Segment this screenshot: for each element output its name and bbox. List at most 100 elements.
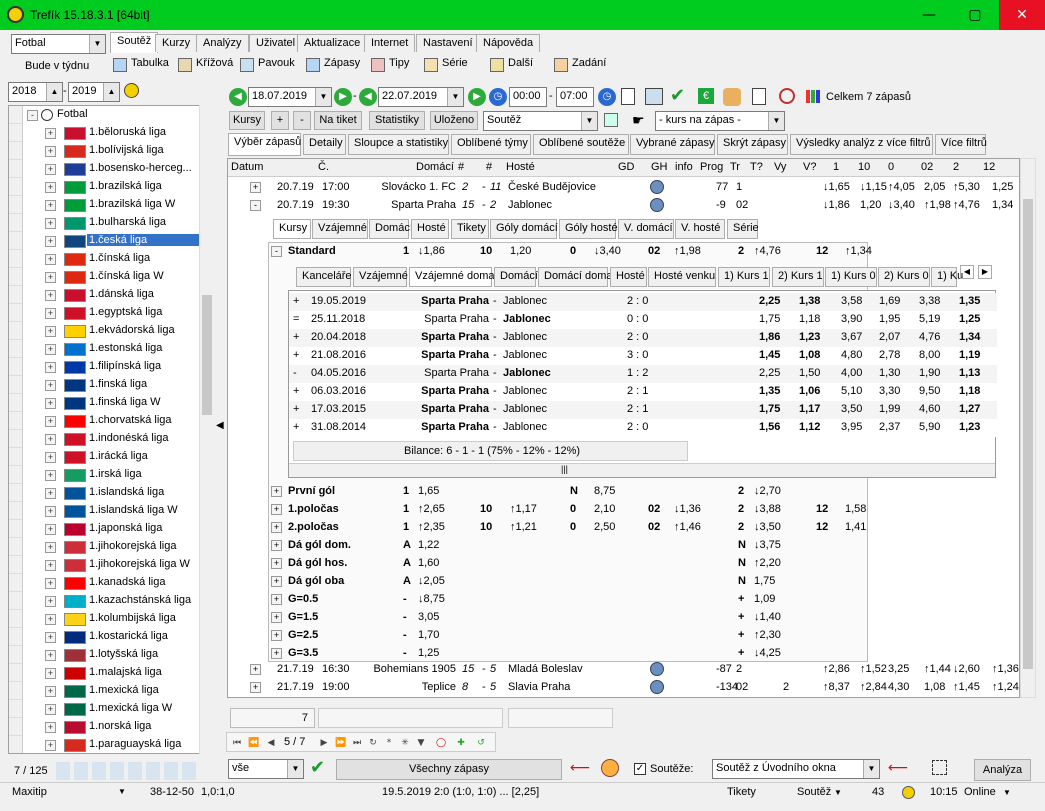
h2h-tab-5[interactable]: Hosté <box>610 267 647 287</box>
menu-tab-5[interactable]: Internet <box>364 34 416 52</box>
bet-row[interactable]: +1.poločas 1 ↑2,65 10 ↑1,17 0 2,10 02 ↓1,36 2 ↓3,8… <box>228 501 1019 519</box>
filter-button-2[interactable]: - <box>293 111 311 130</box>
h2h-row[interactable]: - 04.05.2016 1 : 2 2,25 1,50 4,00 1,30 1,90 1,13… <box>289 365 997 383</box>
globe-icon[interactable] <box>650 680 664 694</box>
league-item[interactable]: +1.norská liga <box>9 718 199 736</box>
expand-icon[interactable]: + <box>45 326 56 337</box>
detail-tab-8[interactable]: V. hosté <box>675 219 725 239</box>
sport-select[interactable]: Fotbal ▼ <box>11 34 106 54</box>
menu-tab-4[interactable]: Aktualizace <box>297 34 368 52</box>
expand-icon[interactable]: + <box>271 630 282 641</box>
expand-icon[interactable]: + <box>45 524 56 535</box>
expand-icon[interactable]: + <box>45 272 56 283</box>
refresh-icon[interactable]: ↻ <box>366 736 380 750</box>
detail-tab-2[interactable]: Domácí <box>369 219 413 239</box>
clock-to-icon[interactable]: ◷ <box>598 88 616 106</box>
expand-icon[interactable]: + <box>271 540 282 551</box>
expand-icon[interactable]: + <box>45 434 56 445</box>
league-item[interactable]: +1.běloruská liga <box>9 124 199 142</box>
next-page-icon[interactable]: ▶ <box>317 736 331 750</box>
league-item[interactable]: +1.paraguayská liga <box>9 736 199 753</box>
expand-icon[interactable]: + <box>45 560 56 571</box>
league-item[interactable]: +1.malajská liga <box>9 664 199 682</box>
main-tab-2[interactable]: Sloupce a statistiky <box>348 134 449 155</box>
menu-tab-6[interactable]: Nastavení <box>416 34 480 52</box>
status-soutez[interactable]: Soutěž <box>797 786 831 798</box>
col-header[interactable]: 10 <box>858 161 870 173</box>
expand-icon[interactable]: + <box>45 650 56 661</box>
h2h-row[interactable]: +20.04.2018 2 : 0 1,86 1,23 3,67 2,07 4,76 1,34… <box>289 329 997 347</box>
tab-scroll-right-icon[interactable]: ▶ <box>978 265 992 279</box>
league-item[interactable]: +1.kolumbijská liga <box>9 610 199 628</box>
col-header[interactable]: # <box>458 161 464 173</box>
status-online[interactable]: Online <box>964 786 996 798</box>
chart-icon[interactable] <box>806 90 820 103</box>
league-item[interactable]: +1.mexická liga <box>9 682 199 700</box>
col-header[interactable]: info <box>675 161 693 173</box>
main-tab-5[interactable]: Vybrané zápasy <box>630 134 715 155</box>
collapse-icon[interactable]: - <box>27 110 38 121</box>
globe-icon[interactable] <box>650 198 664 212</box>
check-icon[interactable]: ✔ <box>670 85 685 106</box>
h2h-tab-8[interactable]: 2) Kurs 1 <box>772 267 824 287</box>
sync-icon[interactable]: ↺ <box>474 736 488 750</box>
league-item[interactable]: +1.estonská liga <box>9 340 199 358</box>
toolbar-1[interactable]: Křížová <box>178 57 233 75</box>
col-header[interactable]: V? <box>803 161 816 173</box>
league-tools[interactable] <box>56 762 196 780</box>
league-item[interactable]: +1.finská liga <box>9 376 199 394</box>
h2h-tab-3[interactable]: Domácí <box>494 267 538 287</box>
h2h-tab-7[interactable]: 1) Kurs 1 <box>718 267 770 287</box>
confirm-check-icon[interactable]: ✔ <box>310 757 325 778</box>
match-row[interactable]: +21.7.19 19:00 Teplice 8 5- Slavia Praha -134 0… <box>228 679 1019 697</box>
expand-icon[interactable]: + <box>45 344 56 355</box>
detail-tab-3[interactable]: Hosté <box>411 219 449 239</box>
expand-icon[interactable]: + <box>45 128 56 139</box>
expand-icon[interactable]: - <box>250 200 261 211</box>
add-icon[interactable]: ✚ <box>454 736 468 750</box>
expand-icon[interactable]: + <box>271 576 282 587</box>
bet-row[interactable]: + Dá gól oba A ↓2,05 N 1,75 <box>228 573 1019 591</box>
h2h-row[interactable]: +06.03.2016 2 : 1 1,35 1,06 5,10 3,30 9,50 1,18… <box>289 383 997 401</box>
toolbar-7[interactable]: Zadání <box>554 57 606 75</box>
col-header[interactable]: 2 <box>953 161 959 173</box>
filter-button-1[interactable]: + <box>271 111 289 130</box>
league-scrollbar[interactable] <box>199 105 215 754</box>
h2h-scrollbar[interactable] <box>289 463 995 477</box>
expand-icon[interactable]: + <box>45 668 56 679</box>
league-item[interactable]: +1.ekvádorská liga <box>9 322 199 340</box>
maximize-button[interactable]: ▢ <box>952 0 998 30</box>
league-item[interactable]: +1.bulharská liga <box>9 214 199 232</box>
expand-icon[interactable]: + <box>45 542 56 553</box>
menu-tab-7[interactable]: Nápověda <box>476 34 541 52</box>
detail-tab-6[interactable]: Góly hosté <box>559 219 618 239</box>
first-page-icon[interactable]: ⏮ <box>230 736 244 750</box>
filter-value-select[interactable]: vše ▼ <box>228 759 304 779</box>
search-icon[interactable] <box>779 88 795 104</box>
expand-icon[interactable]: + <box>271 594 282 605</box>
col-header[interactable]: T? <box>750 161 763 173</box>
detail-tab-9[interactable]: Série <box>727 219 759 239</box>
clock-icon[interactable]: ◷ <box>489 88 507 106</box>
league-item[interactable]: +1.česká liga <box>9 232 199 250</box>
league-item[interactable]: +1.jihokorejská liga W <box>9 556 199 574</box>
league-item[interactable]: +1.čínská liga <box>9 250 199 268</box>
prev-date-to-icon[interactable]: ◀ <box>359 88 377 106</box>
close-button[interactable]: ✕ <box>999 0 1045 30</box>
expand-icon[interactable]: + <box>45 200 56 211</box>
filter-icon[interactable] <box>604 113 618 127</box>
h2h-row[interactable]: +19.05.2019 2 : 0 2,25 1,38 3,58 1,69 3,38 1,35… <box>289 293 997 311</box>
league-item[interactable]: +1.lotyšská liga <box>9 646 199 664</box>
h2h-tab-6[interactable]: Hosté venku <box>648 267 716 287</box>
col-header[interactable]: # <box>486 161 492 173</box>
date-to-input[interactable]: 22.07.2019 ▼ <box>378 87 464 107</box>
splitter-arrow-icon[interactable]: ◀ <box>216 420 224 440</box>
league-item[interactable]: +1.irácká liga <box>9 448 199 466</box>
checklist-icon[interactable] <box>752 88 766 105</box>
prev-page-icon[interactable]: ◀ <box>264 736 278 750</box>
col-header[interactable]: Hosté <box>506 161 535 173</box>
match-row[interactable]: +20.7.19 17:00 Slovácko 1. FC 2 11- České Bud… <box>228 179 1019 197</box>
detail-tab-4[interactable]: Tikety <box>451 219 489 239</box>
filter-button-5[interactable]: Uloženo <box>430 111 478 130</box>
competition-source-select[interactable]: Soutěž z Úvodního okna ▼ <box>712 759 880 779</box>
